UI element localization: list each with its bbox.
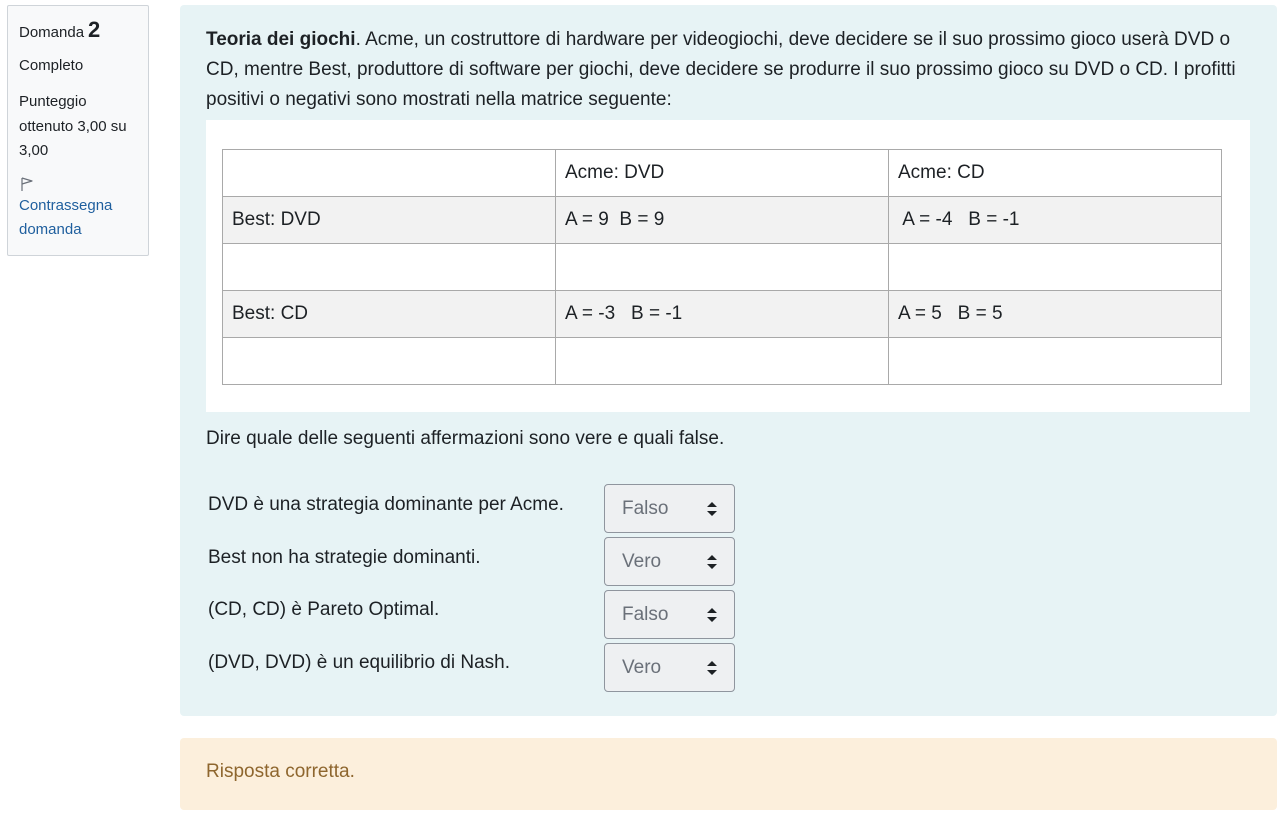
statement-text: Best non ha strategie dominanti. bbox=[208, 547, 481, 568]
answer-select-value: Vero bbox=[622, 550, 662, 572]
statement-text: DVD è una strategia dominante per Acme. bbox=[208, 494, 564, 515]
matrix-row: Best: DVD A = 9 B = 9 A = -4 B = -1 bbox=[222, 196, 1222, 244]
question-info-panel: Domanda 2 Completo Punteggio ottenuto 3,… bbox=[7, 5, 149, 256]
matrix-row bbox=[222, 337, 1222, 385]
matrix-cell bbox=[222, 337, 556, 385]
select-arrows-icon bbox=[707, 555, 717, 569]
matrix-cell bbox=[222, 243, 556, 291]
question-text: Teoria dei giochi. Acme, un costruttore … bbox=[206, 25, 1266, 115]
question-title: Teoria dei giochi bbox=[206, 29, 356, 50]
answer-select-value: Falso bbox=[622, 603, 669, 625]
matrix-row: Acme: DVD Acme: CD bbox=[222, 149, 1222, 197]
payoff-matrix: Acme: DVD Acme: CD Best: DVD A = 9 B = 9… bbox=[222, 149, 1222, 385]
answer-select[interactable]: Falso bbox=[604, 590, 735, 639]
question-grade: Punteggio ottenuto 3,00 su 3,00 bbox=[19, 93, 127, 159]
matrix-cell bbox=[222, 149, 556, 197]
question-body: . Acme, un costruttore di hardware per v… bbox=[206, 29, 1236, 110]
question-formulation: Teoria dei giochi. Acme, un costruttore … bbox=[180, 5, 1277, 716]
question-number: Domanda 2 bbox=[19, 18, 137, 45]
payoff-matrix-container: Acme: DVD Acme: CD Best: DVD A = 9 B = 9… bbox=[206, 120, 1250, 412]
question-state: Completo bbox=[19, 57, 84, 74]
matrix-cell bbox=[555, 243, 889, 291]
matrix-cell: A = -3 B = -1 bbox=[555, 290, 889, 338]
matrix-cell bbox=[555, 337, 889, 385]
question-prompt: Dire quale delle seguenti affermazioni s… bbox=[206, 428, 725, 449]
select-arrows-icon bbox=[707, 661, 717, 675]
question-number-value: 2 bbox=[88, 17, 101, 42]
feedback-box: Risposta corretta. bbox=[180, 738, 1277, 810]
flag-icon[interactable] bbox=[19, 176, 35, 192]
matrix-cell: Acme: CD bbox=[888, 149, 1222, 197]
matrix-cell: Acme: DVD bbox=[555, 149, 889, 197]
matrix-cell: Best: DVD bbox=[222, 196, 556, 244]
answer-select[interactable]: Falso bbox=[604, 484, 735, 533]
matrix-cell: A = -4 B = -1 bbox=[888, 196, 1222, 244]
feedback-text: Risposta corretta. bbox=[206, 761, 355, 782]
flag-question-link[interactable]: Contrassegna domanda bbox=[19, 194, 137, 242]
matrix-row: Best: CD A = -3 B = -1 A = 5 B = 5 bbox=[222, 290, 1222, 338]
statement-text: (DVD, DVD) è un equilibrio di Nash. bbox=[208, 652, 511, 673]
select-arrows-icon bbox=[707, 502, 717, 516]
select-arrows-icon bbox=[707, 608, 717, 622]
answer-select[interactable]: Vero bbox=[604, 643, 735, 692]
question-label: Domanda bbox=[19, 24, 85, 41]
matrix-cell: Best: CD bbox=[222, 290, 556, 338]
answer-select-value: Vero bbox=[622, 656, 662, 678]
matrix-cell bbox=[888, 243, 1222, 291]
matrix-cell bbox=[888, 337, 1222, 385]
statement-text: (CD, CD) è Pareto Optimal. bbox=[208, 599, 440, 620]
answer-select[interactable]: Vero bbox=[604, 537, 735, 586]
matrix-cell: A = 5 B = 5 bbox=[888, 290, 1222, 338]
matrix-row bbox=[222, 243, 1222, 291]
matrix-cell: A = 9 B = 9 bbox=[555, 196, 889, 244]
answer-select-value: Falso bbox=[622, 497, 669, 519]
